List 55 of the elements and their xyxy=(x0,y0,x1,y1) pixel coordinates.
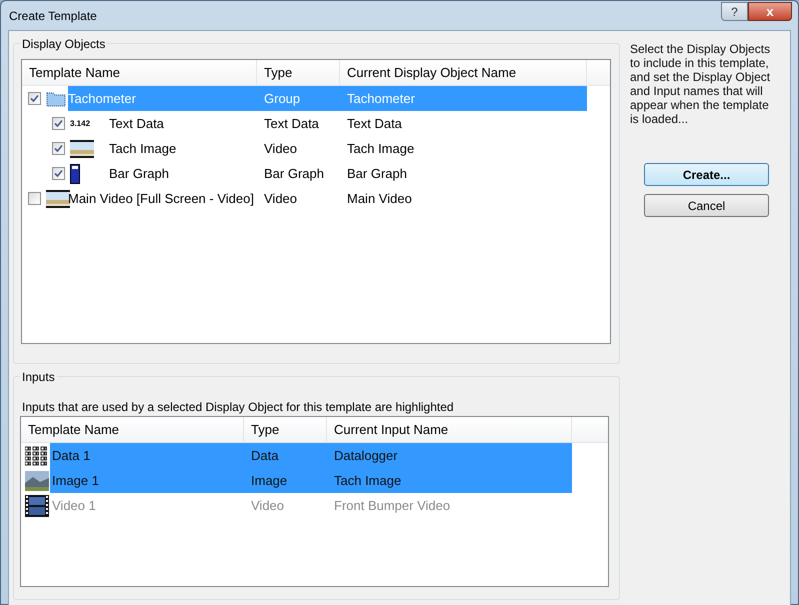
current-name-cell-text: Main Video xyxy=(346,190,413,208)
type-cell-text: Text Data xyxy=(263,114,320,133)
list-row[interactable]: Bar Graph Bar Graph Bar Graph xyxy=(109,161,587,186)
help-text: Select the Display Objects to include in this template, and set the Display Object and Input names that will appear when the template is loaded... xyxy=(630,42,772,126)
column-header[interactable]: Template Name xyxy=(21,417,244,442)
column-header[interactable]: Type xyxy=(257,60,340,85)
create-button[interactable]: Create... xyxy=(644,163,769,186)
type-cell-text: Bar Graph xyxy=(263,164,325,183)
template-name: Main Video [Full Screen - Video] xyxy=(68,190,255,208)
landscape-icon xyxy=(70,140,94,158)
current-name-cell-text: Datalogger xyxy=(333,446,399,465)
column-header[interactable]: Current Input Name xyxy=(327,417,572,442)
template-name: Image 1 xyxy=(51,472,100,490)
current-name-cell-text: Tach Image xyxy=(333,472,402,490)
landscape-icon xyxy=(25,470,49,490)
template-name: Tach Image xyxy=(109,140,178,158)
column-header[interactable]: Template Name xyxy=(22,60,257,85)
landscape-icon xyxy=(46,190,70,208)
current-name-cell-text: Text Data xyxy=(346,114,403,133)
current-name-cell-text: Tachometer xyxy=(346,90,416,108)
template-name: Video 1 xyxy=(51,496,97,515)
binary-data-icon xyxy=(25,446,49,466)
checkbox[interactable] xyxy=(52,167,65,180)
template-name: Tachometer xyxy=(68,90,137,108)
list-row[interactable]: Image 1 Image Tach Image xyxy=(50,468,572,493)
type-cell-text: Group xyxy=(263,90,302,108)
checkbox[interactable] xyxy=(52,117,65,130)
column-header[interactable]: Current Display Object Name xyxy=(340,60,587,85)
list-row[interactable]: Main Video [Full Screen - Video] Video Main Video xyxy=(68,186,587,211)
checkbox[interactable] xyxy=(28,192,41,205)
list-row[interactable]: Tach Image Video Tach Image xyxy=(109,136,587,161)
checkbox[interactable] xyxy=(52,142,65,155)
folder-icon xyxy=(46,90,66,106)
bar-graph-icon xyxy=(70,164,80,184)
cancel-button[interactable]: Cancel xyxy=(644,194,769,217)
help-button[interactable]: ? xyxy=(721,2,748,21)
checkbox[interactable] xyxy=(28,92,41,105)
type-cell-text: Video xyxy=(263,190,298,208)
number-icon: 3.142 xyxy=(70,120,92,128)
column-header[interactable]: Type xyxy=(244,417,327,442)
type-cell-text: Image xyxy=(250,472,288,490)
current-name-cell-text: Front Bumper Video xyxy=(333,496,452,515)
type-cell-text: Video xyxy=(250,496,286,515)
current-name-cell-text: Bar Graph xyxy=(346,164,408,183)
current-name-cell-text: Tach Image xyxy=(346,140,416,158)
template-name: Data 1 xyxy=(51,446,92,465)
list-row[interactable]: Data 1 Data Datalogger xyxy=(50,443,572,468)
template-name: Text Data xyxy=(109,114,165,133)
template-name: Bar Graph xyxy=(109,164,170,183)
list-row[interactable]: Text Data Text Data Text Data xyxy=(109,111,587,136)
type-cell-text: Video xyxy=(263,140,298,158)
film-strip-icon xyxy=(25,494,49,516)
inputs-caption: Inputs that are used by a selected Display Object for this template are highlighted xyxy=(22,399,454,416)
window-title: Create Template xyxy=(9,8,97,24)
type-cell-text: Data xyxy=(250,446,280,465)
